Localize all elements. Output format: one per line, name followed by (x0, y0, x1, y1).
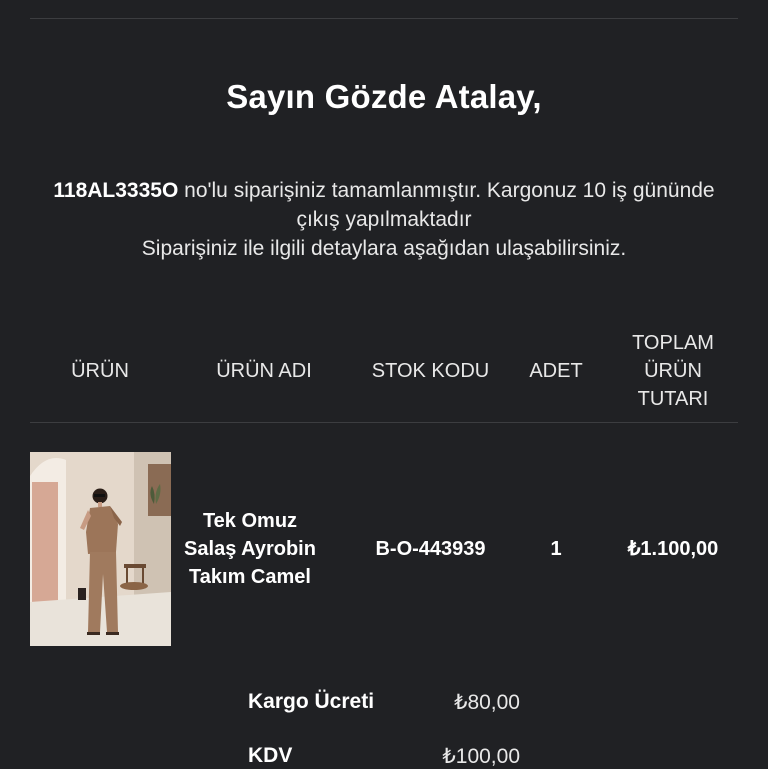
order-message: 118AL3335O no'lu siparişiniz tamamlanmış… (40, 176, 728, 263)
product-image[interactable] (30, 452, 171, 646)
order-number: 118AL3335O (53, 179, 179, 202)
header-product-name: ÜRÜN ADI (216, 360, 312, 382)
shipping-fee-label: Kargo Ücreti (248, 690, 375, 713)
shipping-fee-value: ₺80,00 (454, 691, 520, 714)
header-product: ÜRÜN (71, 360, 129, 382)
product-name[interactable]: Tek Omuz Salaş Ayrobin Takım Camel (175, 452, 325, 646)
tax-label: KDV (248, 744, 293, 767)
quantity: 1 (550, 538, 562, 560)
table-row: Tek Omuz Salaş Ayrobin Takım Camel B-O-4… (30, 452, 738, 646)
stock-code: B-O-443939 (375, 538, 486, 560)
order-table-header: ÜRÜN ÜRÜN ADI STOK KODU ADET TOPLAM ÜRÜN… (30, 326, 738, 416)
header-quantity: ADET (529, 360, 583, 382)
header-stock-code: STOK KODU (371, 360, 490, 382)
table-divider (30, 422, 738, 423)
tax-value: ₺100,00 (442, 745, 520, 768)
order-details-hint: Siparişiniz ile ilgili detaylara aşağıda… (141, 237, 627, 260)
order-message-text: no'lu siparişiniz tamamlanmıştır. Kargon… (178, 179, 715, 231)
top-divider (30, 18, 738, 19)
greeting-heading: Sayın Gözde Atalay, (226, 78, 542, 115)
product-total: ₺1.100,00 (627, 538, 719, 560)
header-total: TOPLAM ÜRÜN TUTARI (632, 332, 714, 410)
